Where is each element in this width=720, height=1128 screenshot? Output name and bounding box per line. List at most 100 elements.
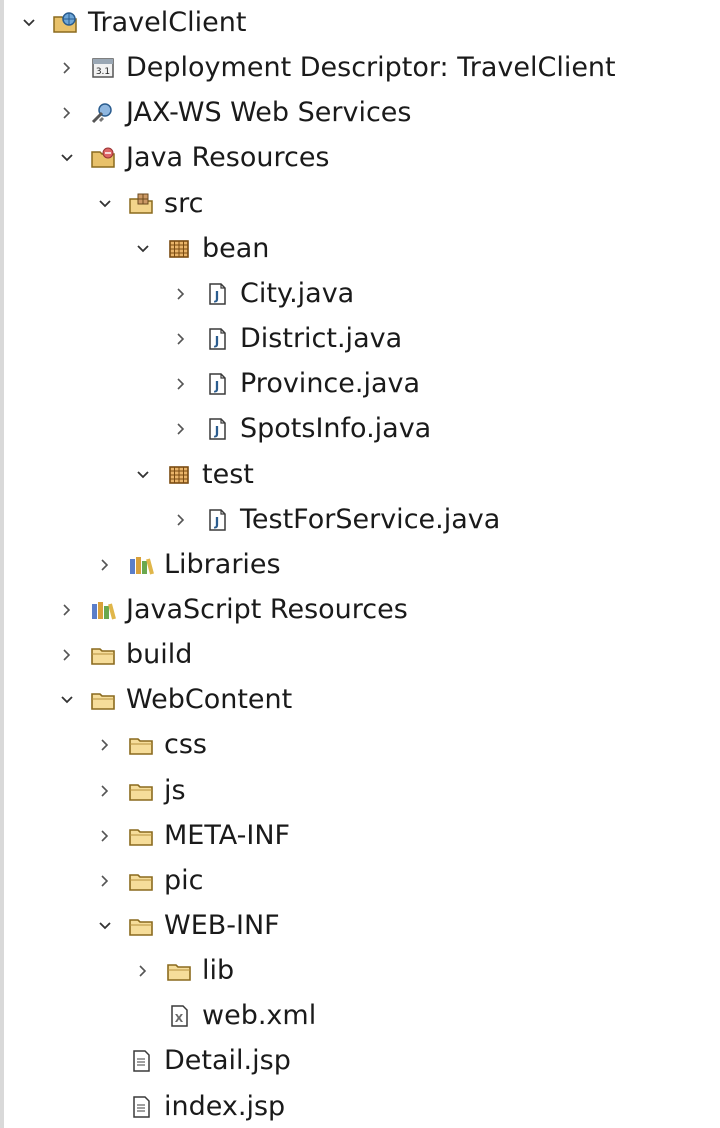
libraries-icon bbox=[128, 552, 154, 578]
tree-item-label: src bbox=[164, 187, 204, 219]
tree-item-index-jsp[interactable]: index.jsp bbox=[96, 1087, 285, 1127]
tree-item-web-xml[interactable]: Xweb.xml bbox=[134, 996, 316, 1036]
svg-text:3.1: 3.1 bbox=[96, 67, 110, 77]
tree-item-libraries[interactable]: Libraries bbox=[96, 545, 281, 585]
chevron-right-icon[interactable] bbox=[58, 59, 76, 77]
tree-item-js[interactable]: js bbox=[96, 771, 186, 811]
chevron-right-icon[interactable] bbox=[172, 420, 190, 438]
tree-item-build[interactable]: build bbox=[58, 635, 192, 675]
tree-item-webcontent[interactable]: WebContent bbox=[58, 680, 292, 720]
tree-item-css[interactable]: css bbox=[96, 725, 207, 765]
tree-item-city-java[interactable]: J City.java bbox=[172, 274, 354, 314]
svg-text:J: J bbox=[214, 289, 219, 303]
chevron-right-icon[interactable] bbox=[172, 285, 190, 303]
tree-item-label: lib bbox=[202, 955, 235, 987]
source-folder-icon bbox=[128, 191, 154, 217]
tree-item-label: Detail.jsp bbox=[164, 1045, 291, 1077]
tree-item-label: District.java bbox=[240, 323, 403, 355]
svg-text:J: J bbox=[214, 334, 219, 348]
chevron-right-icon[interactable] bbox=[96, 782, 114, 800]
folder-icon bbox=[90, 687, 116, 713]
chevron-right-icon[interactable] bbox=[96, 736, 114, 754]
folder-icon bbox=[166, 958, 192, 984]
tree-item-testforservice-java[interactable]: J TestForService.java bbox=[172, 500, 500, 540]
tree-item-lib[interactable]: lib bbox=[134, 951, 234, 991]
folder-icon bbox=[90, 642, 116, 668]
tree-item-label: test bbox=[202, 458, 254, 490]
tree-item-bean[interactable]: bean bbox=[134, 229, 269, 269]
tree-item-district-java[interactable]: J District.java bbox=[172, 319, 402, 359]
deployment-descriptor-icon: 3.1 bbox=[90, 55, 116, 81]
svg-text:X: X bbox=[175, 1012, 184, 1025]
tree-item-label: WEB-INF bbox=[164, 910, 280, 941]
folder-icon bbox=[128, 732, 154, 758]
chevron-right-icon[interactable] bbox=[172, 511, 190, 529]
tree-item-label: Deployment Descriptor: TravelClient bbox=[126, 52, 616, 84]
tree-item-src[interactable]: src bbox=[96, 184, 203, 224]
package-icon bbox=[166, 236, 192, 262]
chevron-down-icon[interactable] bbox=[20, 14, 38, 32]
tree-item-label: META-INF bbox=[164, 819, 291, 851]
tree-item-label: TestForService.java bbox=[240, 503, 501, 535]
tree-item-label: Province.java bbox=[240, 368, 421, 400]
tree-item-label: TravelClient bbox=[88, 7, 247, 38]
folder-icon bbox=[128, 913, 154, 939]
tree-item-label: pic bbox=[164, 864, 204, 896]
tree-item-test[interactable]: test bbox=[134, 455, 254, 495]
tree-item-travelclient[interactable]: TravelClient bbox=[20, 3, 246, 43]
java-file-icon: J bbox=[204, 281, 230, 307]
chevron-down-icon[interactable] bbox=[58, 149, 76, 167]
chevron-down-icon[interactable] bbox=[134, 466, 152, 484]
tree-item-label: js bbox=[164, 774, 186, 806]
svg-text:J: J bbox=[214, 379, 219, 393]
java-file-icon: J bbox=[204, 416, 230, 442]
tree-item-label: WebContent bbox=[126, 684, 293, 716]
tree-item-label: Java Resources bbox=[126, 142, 330, 174]
libraries-icon bbox=[90, 597, 116, 623]
tree-item-label: web.xml bbox=[202, 1000, 317, 1032]
chevron-right-icon[interactable] bbox=[134, 962, 152, 980]
tree-item-spotsinfo-java[interactable]: J SpotsInfo.java bbox=[172, 409, 431, 449]
tree-item-label: css bbox=[164, 729, 207, 761]
chevron-right-icon[interactable] bbox=[96, 872, 114, 890]
tree-item-java-resources[interactable]: Java Resources bbox=[58, 138, 330, 178]
chevron-down-icon[interactable] bbox=[96, 195, 114, 213]
folder-icon bbox=[128, 868, 154, 894]
tree-item-deployment-descriptor[interactable]: 3.1 Deployment Descriptor: TravelClient bbox=[58, 48, 616, 88]
tree-item-meta-inf[interactable]: META-INF bbox=[96, 816, 290, 856]
tree-item-label: JavaScript Resources bbox=[126, 593, 408, 625]
jsp-file-icon bbox=[128, 1094, 154, 1120]
folder-icon bbox=[128, 778, 154, 804]
tree-item-label: JAX-WS Web Services bbox=[126, 97, 412, 129]
tree-item-label: Libraries bbox=[164, 548, 281, 580]
tree-item-jax-ws-web-services[interactable]: JAX-WS Web Services bbox=[58, 93, 411, 133]
chevron-right-icon[interactable] bbox=[172, 330, 190, 348]
web-services-icon bbox=[90, 100, 116, 126]
chevron-right-icon[interactable] bbox=[58, 104, 76, 122]
chevron-right-icon[interactable] bbox=[96, 556, 114, 574]
jsp-file-icon bbox=[128, 1048, 154, 1074]
svg-text:J: J bbox=[214, 424, 219, 438]
web-project-icon bbox=[52, 10, 78, 36]
chevron-right-icon[interactable] bbox=[58, 601, 76, 619]
tree-item-province-java[interactable]: J Province.java bbox=[172, 364, 420, 404]
chevron-down-icon[interactable] bbox=[58, 691, 76, 709]
chevron-right-icon[interactable] bbox=[58, 646, 76, 664]
java-file-icon: J bbox=[204, 371, 230, 397]
tree-item-label: bean bbox=[202, 232, 270, 264]
chevron-down-icon[interactable] bbox=[96, 917, 114, 935]
svg-text:J: J bbox=[214, 515, 219, 529]
chevron-right-icon[interactable] bbox=[172, 375, 190, 393]
chevron-down-icon[interactable] bbox=[134, 240, 152, 258]
java-resources-icon bbox=[90, 145, 116, 171]
tree-item-web-inf[interactable]: WEB-INF bbox=[96, 906, 280, 946]
chevron-right-icon[interactable] bbox=[96, 827, 114, 845]
tree-item-label: City.java bbox=[240, 277, 355, 309]
tree-item-label: index.jsp bbox=[164, 1090, 286, 1122]
tree-item-javascript-resources[interactable]: JavaScript Resources bbox=[58, 590, 408, 630]
tree-item-detail-jsp[interactable]: Detail.jsp bbox=[96, 1041, 291, 1081]
tree-item-label: SpotsInfo.java bbox=[240, 413, 432, 445]
tree-item-pic[interactable]: pic bbox=[96, 861, 204, 901]
java-file-icon: J bbox=[204, 326, 230, 352]
panel-left-border bbox=[0, 0, 4, 1128]
